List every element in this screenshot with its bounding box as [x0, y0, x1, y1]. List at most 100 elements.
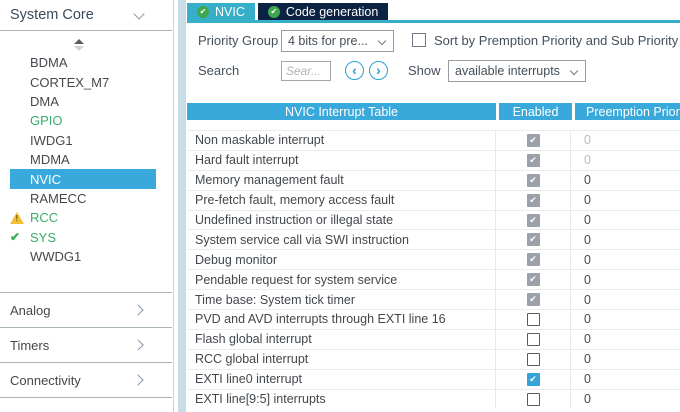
tab-code-generation[interactable]: ✔Code generation — [258, 3, 388, 20]
sidebar-item-label: SYS — [30, 230, 56, 245]
chevron-right-icon — [132, 304, 143, 315]
sidebar-section-analog[interactable]: Analog — [0, 292, 172, 327]
sidebar-item-label: IWDG1 — [30, 133, 73, 148]
interrupt-name: Debug monitor — [187, 250, 496, 269]
table-row: System service call via SWI instruction✔… — [187, 229, 680, 249]
preemption-priority-value[interactable]: 0 — [571, 332, 680, 346]
preemption-priority-value[interactable]: 0 — [571, 273, 680, 287]
enabled-checkbox[interactable] — [527, 333, 540, 346]
table-row: Flash global interrupt0 — [187, 329, 680, 349]
priority-group-dropdown[interactable]: 4 bits for pre... — [281, 30, 394, 52]
divider — [0, 397, 172, 398]
interrupt-name: EXTI line[9:5] interrupts — [187, 390, 496, 409]
check-circle-icon: ✔ — [197, 6, 209, 18]
sidebar-item-dma[interactable]: DMA — [10, 92, 156, 111]
preemption-priority-value[interactable]: 0 — [571, 193, 680, 207]
enabled-checkbox: ✔ — [527, 273, 540, 286]
preemption-priority-value[interactable]: 0 — [571, 173, 680, 187]
table-row: EXTI line[9:5] interrupts 0 — [187, 389, 680, 409]
enabled-cell: ✔ — [496, 131, 571, 150]
enabled-cell: ✔ — [496, 191, 571, 210]
sidebar-item-label: DMA — [30, 94, 59, 109]
enabled-checkbox: ✔ — [527, 174, 540, 187]
enabled-checkbox[interactable] — [527, 393, 540, 406]
sidebar-item-mdma[interactable]: MDMA — [10, 150, 156, 169]
sidebar-section-timers[interactable]: Timers — [0, 327, 172, 362]
sort-checkbox-label: Sort by Premption Priority and Sub Prior… — [434, 33, 678, 48]
sidebar-item-wwdg1[interactable]: WWDG1 — [10, 247, 156, 266]
table-row: Hard fault interrupt✔0 — [187, 150, 680, 170]
search-next-button[interactable]: › — [369, 61, 388, 80]
sidebar-item-label: WWDG1 — [30, 249, 81, 264]
header-preemption-priority[interactable]: Preemption Priority — [575, 103, 680, 120]
sort-checkbox[interactable] — [412, 33, 426, 47]
section-label: Analog — [10, 303, 50, 318]
enabled-checkbox: ✔ — [527, 293, 540, 306]
interrupt-name: EXTI line0 interrupt — [187, 370, 496, 389]
section-label: Timers — [10, 338, 49, 353]
interrupt-name: PVD and AVD interrupts through EXTI line… — [187, 310, 496, 329]
sidebar-item-label: RAMECC — [30, 191, 86, 206]
preemption-priority-value[interactable]: 0 — [571, 352, 680, 366]
table-row: Undefined instruction or illegal state✔0 — [187, 210, 680, 230]
preemption-priority-value[interactable]: 0 — [571, 213, 680, 227]
enabled-checkbox[interactable] — [527, 313, 540, 326]
collapse-sort-icon[interactable] — [74, 39, 86, 51]
chevron-down-icon — [570, 67, 578, 75]
sidebar-item-label: MDMA — [30, 152, 70, 167]
preemption-priority-value[interactable]: 0 — [571, 372, 680, 386]
chevron-down-icon[interactable] — [133, 8, 144, 19]
show-value: available interrupts — [455, 64, 560, 78]
preemption-priority-value[interactable]: 0 — [571, 293, 680, 307]
chevron-right-icon — [132, 374, 143, 385]
panel-splitter[interactable] — [178, 0, 186, 412]
sidebar-item-gpio[interactable]: GPIO — [10, 111, 156, 130]
sidebar-item-ramecc[interactable]: RAMECC — [10, 189, 156, 208]
warning-icon — [10, 211, 25, 225]
tab-bar: ✔ NVIC ✔Code generation — [187, 3, 680, 23]
enabled-cell: ✔ — [496, 270, 571, 289]
triangle-up-icon — [74, 39, 84, 44]
preemption-priority-value[interactable]: 0 — [571, 233, 680, 247]
preemption-priority-value[interactable]: 0 — [571, 392, 680, 406]
priority-group-value: 4 bits for pre... — [288, 34, 368, 48]
divider — [0, 30, 172, 31]
enabled-cell: ✔ — [496, 230, 571, 249]
show-dropdown[interactable]: available interrupts — [448, 60, 586, 82]
preemption-priority-value[interactable]: 0 — [571, 253, 680, 267]
interrupt-name: RCC global interrupt — [187, 350, 496, 369]
show-label: Show — [408, 63, 441, 78]
header-enabled[interactable]: Enabled — [499, 103, 572, 120]
search-prev-button[interactable]: ‹ — [345, 61, 364, 80]
sidebar-item-iwdg1[interactable]: IWDG1 — [10, 131, 156, 150]
table-row: EXTI line0 interrupt ✔ 0 — [187, 369, 680, 389]
preemption-priority-value[interactable]: 0 — [571, 312, 680, 326]
enabled-checkbox[interactable]: ✔ — [527, 373, 540, 386]
sidebar-item-nvic[interactable]: NVIC — [10, 169, 156, 188]
interrupt-name: Non maskable interrupt — [187, 131, 496, 150]
sidebar-item-cortex_m7[interactable]: CORTEX_M7 — [10, 72, 156, 91]
sidebar-item-label: CORTEX_M7 — [30, 75, 109, 90]
sidebar-item-rcc[interactable]: RCC — [10, 208, 156, 227]
sidebar-section-title[interactable]: System Core — [10, 7, 94, 23]
triangle-down-icon — [74, 46, 84, 51]
tab-label: NVIC — [215, 5, 245, 19]
preemption-priority-value: 0 — [571, 133, 680, 147]
table-row: Debug monitor ✔ 0 — [187, 249, 680, 269]
interrupt-name: System service call via SWI instruction — [187, 230, 496, 249]
enabled-cell — [496, 390, 571, 409]
enabled-checkbox: ✔ — [527, 253, 540, 266]
sidebar-item-label: GPIO — [30, 113, 63, 128]
tab-nvic[interactable]: ✔ NVIC — [187, 3, 255, 20]
chevron-right-icon — [132, 339, 143, 350]
table-row: RCC global interrupt 0 — [187, 349, 680, 369]
search-input[interactable] — [281, 61, 331, 81]
sidebar-item-sys[interactable]: ✔SYS — [10, 228, 156, 247]
enabled-cell: ✔ — [496, 171, 571, 190]
header-nvic-interrupt-table[interactable]: NVIC Interrupt Table — [187, 103, 496, 120]
table-row: Non maskable interrupt✔0 — [187, 130, 680, 150]
table-row: Time base: System tick timer✔0 — [187, 289, 680, 309]
sidebar-section-connectivity[interactable]: Connectivity — [0, 362, 172, 397]
enabled-checkbox[interactable] — [527, 353, 540, 366]
sidebar-item-bdma[interactable]: BDMA — [10, 53, 156, 72]
